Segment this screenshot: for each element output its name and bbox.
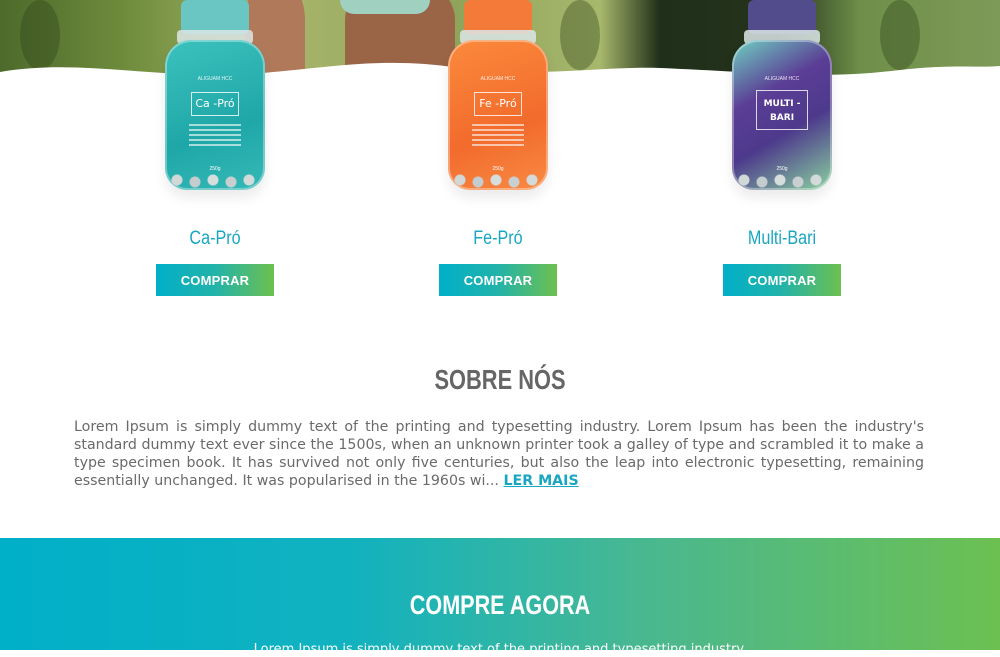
jar-cap bbox=[748, 0, 816, 34]
jar-pills bbox=[448, 170, 548, 190]
product-name[interactable]: Ca-Pró bbox=[130, 228, 300, 250]
jar-label: Fe -Pró bbox=[474, 92, 522, 116]
jar-pills bbox=[732, 170, 832, 190]
product-jar-image[interactable]: ALIGUAM HCC Fe -Pró 250g bbox=[448, 0, 548, 192]
jar-label: Ca -Pró bbox=[191, 92, 239, 116]
jar-pills bbox=[165, 170, 265, 190]
section-title-about: SOBRE NÓS bbox=[434, 364, 566, 395]
buy-button-ca-pro[interactable]: COMPRAR bbox=[156, 264, 274, 296]
jar-cap bbox=[181, 0, 249, 34]
about-text: Lorem Ipsum is simply dummy text of the … bbox=[74, 419, 924, 489]
buy-button-multi-bari[interactable]: COMPRAR bbox=[723, 264, 841, 296]
product-jar-image[interactable]: ALIGUAM HCC Ca -Pró 250g bbox=[165, 0, 265, 192]
product-jar-image[interactable]: ALIGUAM HCC MULTI -BARI 250g bbox=[732, 0, 832, 192]
jar-brand: ALIGUAM HCC bbox=[480, 76, 516, 82]
jar-text-lines bbox=[189, 124, 241, 149]
jar-body: ALIGUAM HCC Fe -Pró 250g bbox=[448, 40, 548, 190]
about-paragraph: Lorem Ipsum is simply dummy text of the … bbox=[74, 418, 924, 490]
jar-cap bbox=[464, 0, 532, 34]
person-shorts bbox=[340, 0, 430, 14]
jar-body: ALIGUAM HCC Ca -Pró 250g bbox=[165, 40, 265, 190]
buy-button-fe-pro[interactable]: COMPRAR bbox=[439, 264, 557, 296]
section-title-buy: COMPRE AGORA bbox=[409, 590, 591, 620]
product-name[interactable]: Fe-Pró bbox=[413, 228, 583, 250]
jar-body: ALIGUAM HCC MULTI -BARI 250g bbox=[732, 40, 832, 190]
jar-brand: ALIGUAM HCC bbox=[197, 76, 233, 82]
jar-brand: ALIGUAM HCC bbox=[764, 76, 800, 82]
jar-label: MULTI -BARI bbox=[756, 90, 808, 130]
buy-now-section: COMPRE AGORA Lorem Ipsum is simply dummy… bbox=[0, 538, 1000, 657]
jar-text-lines bbox=[472, 124, 524, 149]
read-more-link[interactable]: LER MAIS bbox=[503, 473, 578, 489]
product-name[interactable]: Multi-Bari bbox=[697, 228, 867, 250]
